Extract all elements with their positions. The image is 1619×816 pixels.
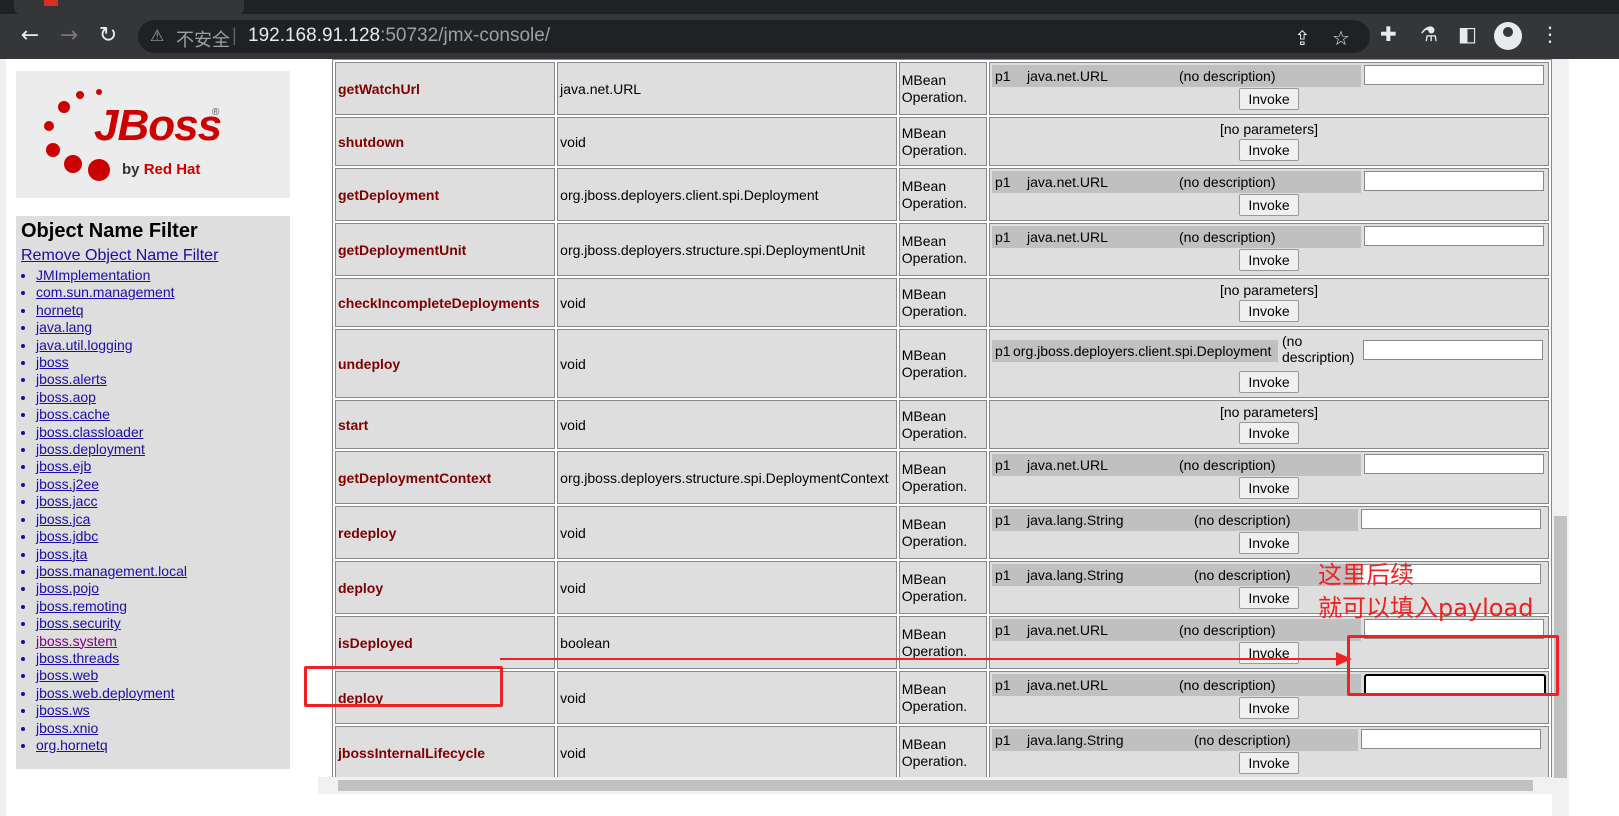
- tab-strip: [0, 0, 1619, 14]
- divider: |: [232, 25, 237, 45]
- warning-triangle-icon[interactable]: ⚠: [150, 26, 166, 46]
- profile-avatar-icon[interactable]: [1494, 22, 1522, 50]
- annotation-line-2: 就可以填入payload: [1318, 594, 1534, 622]
- browser-tab[interactable]: [14, 0, 244, 14]
- share-icon[interactable]: ⇪: [1294, 26, 1311, 50]
- insecure-label[interactable]: 不安全: [176, 26, 230, 52]
- url-path: :50732/jmx-console/: [380, 25, 551, 46]
- url-host: 192.168.91.128: [248, 25, 381, 46]
- reload-icon[interactable]: ↻: [94, 22, 122, 50]
- side-panel-icon[interactable]: ◧: [1458, 22, 1477, 46]
- page-content: JBoss ® by Red Hat Object Name Filter Re…: [0, 59, 1619, 816]
- annotation-arrow: [500, 652, 1352, 666]
- favicon-icon: [44, 0, 58, 6]
- annotation-text: 这里后续 就可以填入payload: [1318, 559, 1533, 625]
- extensions-puzzle-icon[interactable]: ✚: [1380, 22, 1397, 46]
- bookmark-star-icon[interactable]: ☆: [1332, 26, 1350, 50]
- back-icon[interactable]: ←: [16, 22, 44, 50]
- url-text[interactable]: 192.168.91.128:50732/jmx-console/: [248, 25, 550, 47]
- address-bar[interactable]: ⚠ 不安全 | 192.168.91.128:50732/jmx-console…: [138, 20, 1370, 53]
- annotation-line-1: 这里后续: [1318, 561, 1414, 589]
- labs-flask-icon[interactable]: ⚗: [1420, 22, 1438, 46]
- forward-icon[interactable]: →: [55, 22, 83, 50]
- browser-toolbar: ← → ↻ ⚠ 不安全 | 192.168.91.128:50732/jmx-c…: [0, 14, 1619, 59]
- menu-kebab-icon[interactable]: ⋮: [1540, 22, 1560, 46]
